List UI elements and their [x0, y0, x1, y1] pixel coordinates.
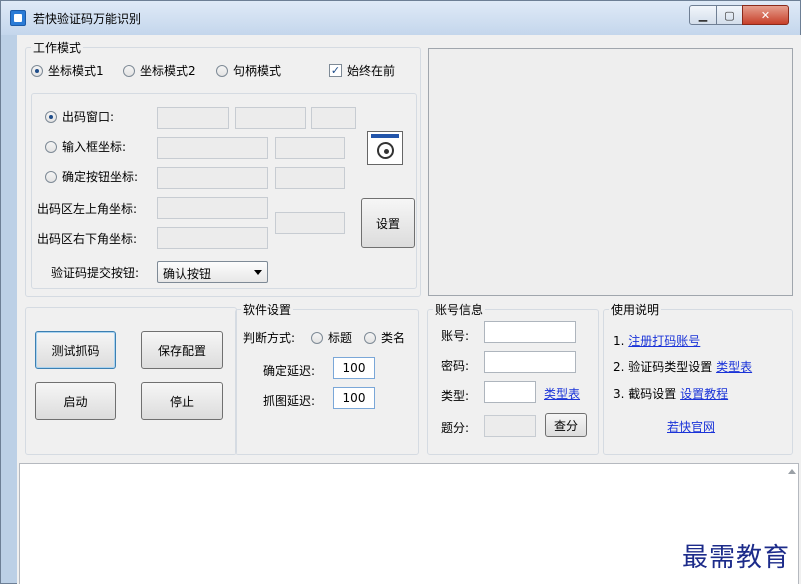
judge-label: 判断方式: [243, 331, 296, 345]
radio-dot [311, 331, 323, 344]
app-window: 若快验证码万能识别 ▁ ▢ ✕ 工作模式 坐标模式1 坐标模式2 句柄模式 ✓ … [0, 0, 801, 584]
submit-button-select[interactable]: 确认按钮 [157, 261, 268, 283]
mode-coord1-label: 坐标模式1 [48, 64, 104, 78]
confirm-coord-field-2[interactable] [275, 167, 345, 189]
work-mode-title: 工作模式 [31, 39, 84, 56]
output-window-field-1[interactable] [157, 107, 229, 129]
output-window-field-2[interactable] [235, 107, 306, 129]
radio-dot [123, 64, 135, 77]
confirm-delay-label: 确定延迟: [263, 364, 316, 378]
stop-button[interactable]: 停止 [141, 382, 223, 420]
judge-class-label: 类名 [381, 331, 406, 345]
help-item-2: 2. 验证码类型设置 类型表 [613, 360, 753, 374]
score-label: 题分: [441, 421, 470, 435]
radio-dot [45, 140, 57, 153]
radio-dot [216, 64, 228, 77]
username-input[interactable] [484, 321, 576, 343]
close-icon: ✕ [760, 8, 771, 22]
close-button[interactable]: ✕ [742, 5, 789, 25]
area-top-left-field[interactable] [157, 197, 268, 219]
output-window-field-3[interactable] [311, 107, 356, 129]
radio-dot [364, 331, 376, 344]
mode-coord2-label: 坐标模式2 [140, 64, 196, 78]
software-settings-title: 软件设置 [241, 301, 294, 318]
minimize-button[interactable]: ▁ [689, 5, 717, 25]
output-window-label: 出码窗口: [62, 110, 115, 124]
area-size-field[interactable] [275, 212, 345, 234]
window-title: 若快验证码万能识别 [33, 12, 142, 26]
password-input[interactable] [484, 351, 576, 373]
password-label: 密码: [441, 359, 470, 373]
input-coord-field-2[interactable] [275, 137, 345, 159]
help-item-3: 3. 截码设置 设置教程 [613, 387, 729, 401]
maximize-button[interactable]: ▢ [716, 5, 743, 25]
register-account-link[interactable]: 注册打码账号 [628, 334, 700, 348]
check-icon: ✓ [329, 64, 342, 77]
submit-button-label: 验证码提交按钮: [51, 266, 140, 280]
query-score-button[interactable]: 查分 [545, 413, 587, 437]
captcha-type-link[interactable]: 类型表 [716, 360, 752, 374]
scroll-up-icon[interactable] [788, 469, 796, 474]
area-top-left-label: 出码区左上角坐标: [37, 202, 138, 216]
capture-delay-label: 抓图延迟: [263, 394, 316, 408]
capture-delay-input[interactable]: 100 [333, 387, 375, 409]
title-bar[interactable]: 若快验证码万能识别 ▁ ▢ ✕ [1, 1, 800, 35]
help-title: 使用说明 [609, 301, 662, 318]
minimize-icon: ▁ [698, 8, 708, 22]
radio-dot [45, 110, 57, 123]
mode-coord1-radio[interactable]: 坐标模式1 [31, 62, 104, 79]
setup-tutorial-link[interactable]: 设置教程 [680, 387, 728, 401]
confirm-coord-radio[interactable]: 确定按钮坐标: [45, 168, 138, 185]
submit-button-value: 确认按钮 [163, 267, 212, 281]
type-label: 类型: [441, 389, 470, 403]
log-output[interactable]: 最需教育 [19, 463, 799, 584]
maximize-icon: ▢ [724, 8, 735, 22]
actions-group [25, 307, 237, 455]
account-title: 账号信息 [433, 301, 486, 318]
always-on-top-label: 始终在前 [347, 64, 396, 78]
confirm-coord-label: 确定按钮坐标: [62, 170, 139, 184]
judge-title-radio[interactable]: 标题 [311, 329, 352, 346]
radio-dot [31, 64, 43, 77]
type-input[interactable] [484, 381, 536, 403]
help-item-1: 1. 注册打码账号 [613, 334, 701, 348]
score-field [484, 415, 536, 437]
radio-dot [45, 170, 57, 183]
mode-handle-radio[interactable]: 句柄模式 [216, 62, 281, 79]
always-on-top-checkbox[interactable]: ✓ 始终在前 [329, 62, 395, 79]
mode-handle-label: 句柄模式 [233, 64, 282, 78]
save-config-button[interactable]: 保存配置 [141, 331, 223, 369]
judge-class-radio[interactable]: 类名 [364, 329, 405, 346]
app-icon [10, 10, 26, 26]
client-area: 工作模式 坐标模式1 坐标模式2 句柄模式 ✓ 始终在前 出码窗口: 输入框坐标… [17, 35, 801, 584]
official-site-link[interactable]: 若快官网 [667, 418, 715, 435]
judge-title-label: 标题 [328, 331, 353, 345]
input-coord-radio[interactable]: 输入框坐标: [45, 138, 126, 155]
set-button[interactable]: 设置 [361, 198, 415, 248]
input-coord-field-1[interactable] [157, 137, 268, 159]
input-coord-label: 输入框坐标: [62, 140, 127, 154]
start-button[interactable]: 启动 [35, 382, 116, 420]
crosshair-target-icon[interactable] [367, 131, 403, 165]
area-bottom-right-field[interactable] [157, 227, 268, 249]
confirm-delay-input[interactable]: 100 [333, 357, 375, 379]
captcha-preview [428, 48, 793, 296]
output-window-radio[interactable]: 出码窗口: [45, 108, 114, 125]
mode-coord2-radio[interactable]: 坐标模式2 [123, 62, 196, 79]
area-bottom-right-label: 出码区右下角坐标: [37, 232, 138, 246]
test-capture-button[interactable]: 测试抓码 [35, 331, 116, 369]
type-table-link[interactable]: 类型表 [544, 385, 580, 402]
chevron-down-icon [254, 270, 262, 275]
watermark-text: 最需教育 [681, 543, 790, 573]
username-label: 账号: [441, 329, 470, 343]
confirm-coord-field-1[interactable] [157, 167, 268, 189]
